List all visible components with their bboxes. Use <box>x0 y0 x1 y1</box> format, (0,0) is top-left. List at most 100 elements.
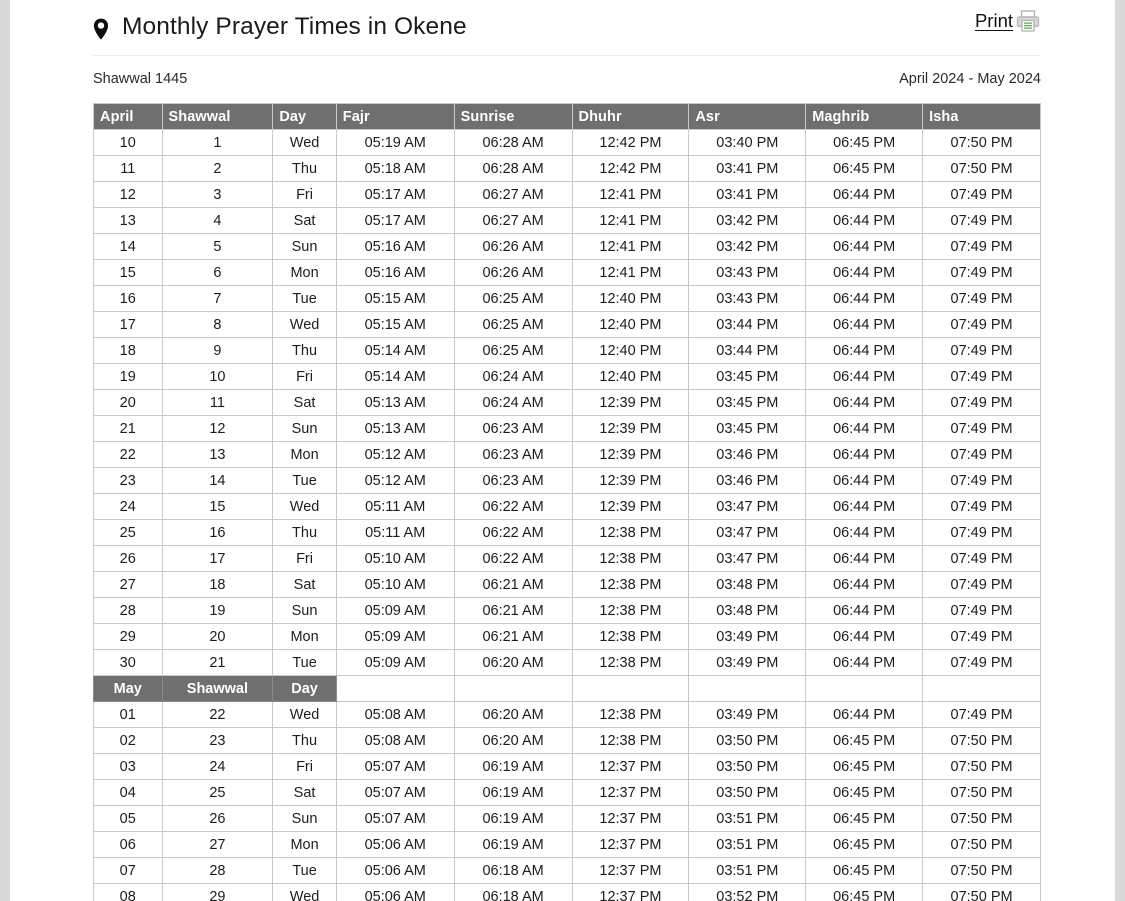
table-cell: 12:38 PM <box>571 649 690 676</box>
table-cell: 12:39 PM <box>571 389 690 416</box>
table-cell: 05:14 AM <box>335 363 455 390</box>
table-row: 03 24 Fri 05:07 AM 06:19 AM 12:37 PM 03:50 PM 0… <box>93 753 1041 780</box>
table-cell: 10 <box>93 129 163 156</box>
table-cell: 06:44 PM <box>805 389 924 416</box>
table-cell: 01 <box>93 701 163 728</box>
table-row: 24 15 Wed 05:11 AM 06:22 AM 12:39 PM 03:47 PM 0… <box>93 493 1041 520</box>
table-body: 10 1 Wed 05:19 AM 06:28 AM 12:42 PM 03:40 PM 06… <box>93 129 1041 901</box>
table-cell: 06:45 PM <box>805 831 924 858</box>
table-cell: 26 <box>161 805 274 832</box>
table-cell: 06:44 PM <box>805 545 924 572</box>
table-cell: 03:49 PM <box>688 701 807 728</box>
table-cell: 12:41 PM <box>571 181 690 208</box>
table-cell: 12:40 PM <box>571 285 690 312</box>
table-cell: 06:44 PM <box>805 181 924 208</box>
table-cell: 06:44 PM <box>805 259 924 286</box>
table-cell: 03:46 PM <box>688 441 807 468</box>
month-break-empty-cell <box>453 675 573 702</box>
table-cell: 07:49 PM <box>922 649 1041 676</box>
table-cell: 05:07 AM <box>335 779 455 806</box>
table-cell: 12 <box>161 415 274 442</box>
table-cell: 05:09 AM <box>335 623 455 650</box>
table-cell: Sat <box>272 571 337 598</box>
table-cell: 06:45 PM <box>805 857 924 884</box>
table-cell: 13 <box>93 207 163 234</box>
table-cell: Tue <box>272 857 337 884</box>
table-cell: 15 <box>93 259 163 286</box>
table-cell: 07:49 PM <box>922 597 1041 624</box>
table-cell: 27 <box>93 571 163 598</box>
table-cell: 12:38 PM <box>571 701 690 728</box>
table-cell: 07:49 PM <box>922 519 1041 546</box>
table-row: 22 13 Mon 05:12 AM 06:23 AM 12:39 PM 03:46 PM 0… <box>93 441 1041 468</box>
table-cell: Sat <box>272 389 337 416</box>
table-cell: 03:50 PM <box>688 779 807 806</box>
table-cell: 06:44 PM <box>805 441 924 468</box>
table-cell: 04 <box>93 779 163 806</box>
table-cell: Tue <box>272 649 337 676</box>
table-cell: 06:44 PM <box>805 649 924 676</box>
table-cell: Wed <box>272 883 337 901</box>
table-cell: 05:11 AM <box>335 519 455 546</box>
table-cell: 1 <box>161 129 274 156</box>
column-header-maghrib: Maghrib <box>805 103 924 130</box>
table-cell: 12:37 PM <box>571 753 690 780</box>
content-column: Monthly Prayer Times in Okene Print Shaw… <box>93 0 1041 901</box>
table-cell: 07:49 PM <box>922 545 1041 572</box>
table-cell: 03:48 PM <box>688 571 807 598</box>
gregorian-period-label: April 2024 - May 2024 <box>899 71 1041 87</box>
table-cell: 03:43 PM <box>688 285 807 312</box>
table-cell: 05:17 AM <box>335 181 455 208</box>
table-row: 07 28 Tue 05:06 AM 06:18 AM 12:37 PM 03:51 PM 0… <box>93 857 1041 884</box>
table-cell: 27 <box>161 831 274 858</box>
period-summary: Shawwal 1445 April 2024 - May 2024 <box>93 55 1041 103</box>
table-cell: 11 <box>93 155 163 182</box>
table-cell: 06:27 AM <box>453 207 573 234</box>
table-cell: 12:40 PM <box>571 311 690 338</box>
table-cell: 13 <box>161 441 274 468</box>
table-cell: 05:14 AM <box>335 337 455 364</box>
table-cell: 06:25 AM <box>453 311 573 338</box>
table-cell: 07:49 PM <box>922 571 1041 598</box>
table-cell: 03 <box>93 753 163 780</box>
table-cell: 06:24 AM <box>453 389 573 416</box>
table-cell: 06:27 AM <box>453 181 573 208</box>
table-row: 08 29 Wed 05:06 AM 06:18 AM 12:37 PM 03:52 PM 0… <box>93 883 1041 901</box>
table-cell: 05:19 AM <box>335 129 455 156</box>
table-cell: 07:50 PM <box>922 857 1041 884</box>
table-cell: Tue <box>272 467 337 494</box>
table-cell: 06:44 PM <box>805 623 924 650</box>
table-row: 29 20 Mon 05:09 AM 06:21 AM 12:38 PM 03:49 PM 0… <box>93 623 1041 650</box>
table-cell: 07:50 PM <box>922 129 1041 156</box>
table-cell: 03:47 PM <box>688 493 807 520</box>
table-cell: 12:39 PM <box>571 493 690 520</box>
table-cell: 06:44 PM <box>805 363 924 390</box>
table-cell: Fri <box>272 181 337 208</box>
table-cell: 03:50 PM <box>688 727 807 754</box>
table-cell: 06:25 AM <box>453 285 573 312</box>
table-cell: 05:08 AM <box>335 727 455 754</box>
table-cell: 03:40 PM <box>688 129 807 156</box>
table-cell: 03:47 PM <box>688 545 807 572</box>
page-title: Monthly Prayer Times in Okene <box>122 13 467 41</box>
table-cell: 12:37 PM <box>571 831 690 858</box>
table-cell: 06:44 PM <box>805 311 924 338</box>
table-cell: 12:40 PM <box>571 337 690 364</box>
table-cell: 03:45 PM <box>688 363 807 390</box>
table-cell: 12:37 PM <box>571 805 690 832</box>
table-cell: 06:22 AM <box>453 545 573 572</box>
page-left-margin <box>0 0 10 901</box>
table-cell: Wed <box>272 701 337 728</box>
table-cell: 06:20 AM <box>453 649 573 676</box>
table-cell: 05:10 AM <box>335 545 455 572</box>
table-cell: 07:49 PM <box>922 207 1041 234</box>
table-cell: 03:44 PM <box>688 337 807 364</box>
table-cell: 06:44 PM <box>805 571 924 598</box>
table-cell: 06:19 AM <box>453 753 573 780</box>
print-button[interactable]: Print <box>975 8 1041 34</box>
table-cell: 12:38 PM <box>571 519 690 546</box>
table-row: 12 3 Fri 05:17 AM 06:27 AM 12:41 PM 03:41 PM 06… <box>93 181 1041 208</box>
table-cell: 05:09 AM <box>335 649 455 676</box>
table-cell: 12:38 PM <box>571 597 690 624</box>
table-cell: 07:49 PM <box>922 181 1041 208</box>
